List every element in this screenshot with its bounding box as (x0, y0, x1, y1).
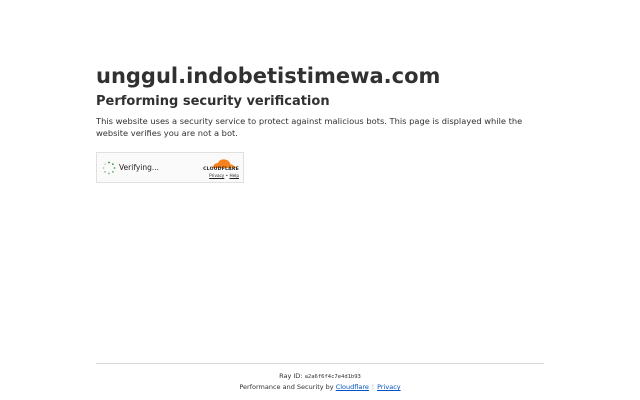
cloudflare-link[interactable]: Cloudflare (336, 383, 369, 391)
verifying-status: Verifying... (119, 163, 160, 172)
ray-id-value: a2a6f6f4c7e4d1b93 (304, 374, 361, 380)
spinner-icon (102, 161, 116, 175)
page-subtitle: Performing security verification (96, 94, 330, 109)
page-description: This website uses a security service to … (96, 116, 523, 138)
performance-text: Performance and Security by (239, 383, 336, 391)
main-content: unggul.indobetistimewa.com Performing se… (96, 62, 546, 139)
footer-divider (96, 363, 544, 364)
privacy-link[interactable]: Privacy (377, 383, 401, 391)
widget-privacy-link[interactable]: Privacy (209, 173, 224, 178)
widget-links: Privacy • Help (209, 173, 239, 179)
turnstile-widget[interactable]: Verifying... CLOUDFLARE Privacy • Help (96, 152, 244, 183)
page: unggul.indobetistimewa.com Performing se… (0, 0, 640, 400)
widget-help-link[interactable]: Help (229, 173, 239, 178)
performance-line: Performance and Security by Cloudflare | P… (0, 383, 640, 392)
footer-separator: | (371, 383, 375, 391)
ray-id-label: Ray ID: (279, 372, 305, 380)
ray-id-line: Ray ID: a2a6f6f4c7e4d1b93 (0, 372, 640, 382)
page-title: unggul.indobetistimewa.com (96, 64, 441, 88)
